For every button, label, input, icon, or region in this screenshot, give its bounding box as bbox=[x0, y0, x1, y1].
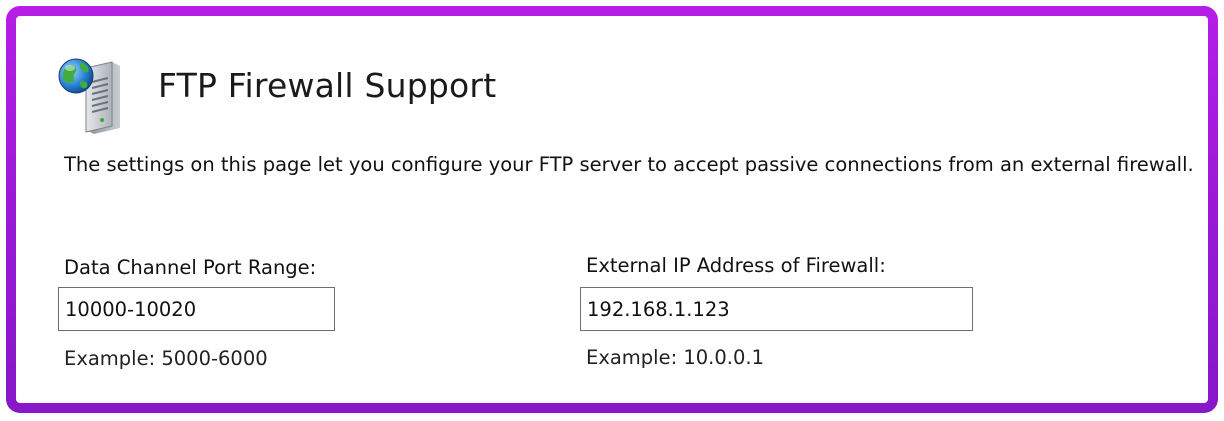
ftp-firewall-support-panel: FTP Firewall Support The settings on thi… bbox=[16, 16, 1208, 403]
ftp-server-globe-icon bbox=[56, 54, 124, 134]
external-ip-address-label: External IP Address of Firewall: bbox=[586, 254, 886, 277]
port-range-example-text: Example: 5000-6000 bbox=[64, 347, 268, 370]
data-channel-port-range-input[interactable] bbox=[58, 287, 335, 331]
external-ip-address-input[interactable] bbox=[580, 287, 973, 331]
page-description: The settings on this page let you config… bbox=[64, 153, 1194, 176]
page-title: FTP Firewall Support bbox=[158, 66, 497, 105]
highlight-frame: FTP Firewall Support The settings on thi… bbox=[6, 6, 1218, 413]
external-ip-example-text: Example: 10.0.0.1 bbox=[586, 346, 764, 369]
data-channel-port-range-label: Data Channel Port Range: bbox=[64, 256, 317, 279]
